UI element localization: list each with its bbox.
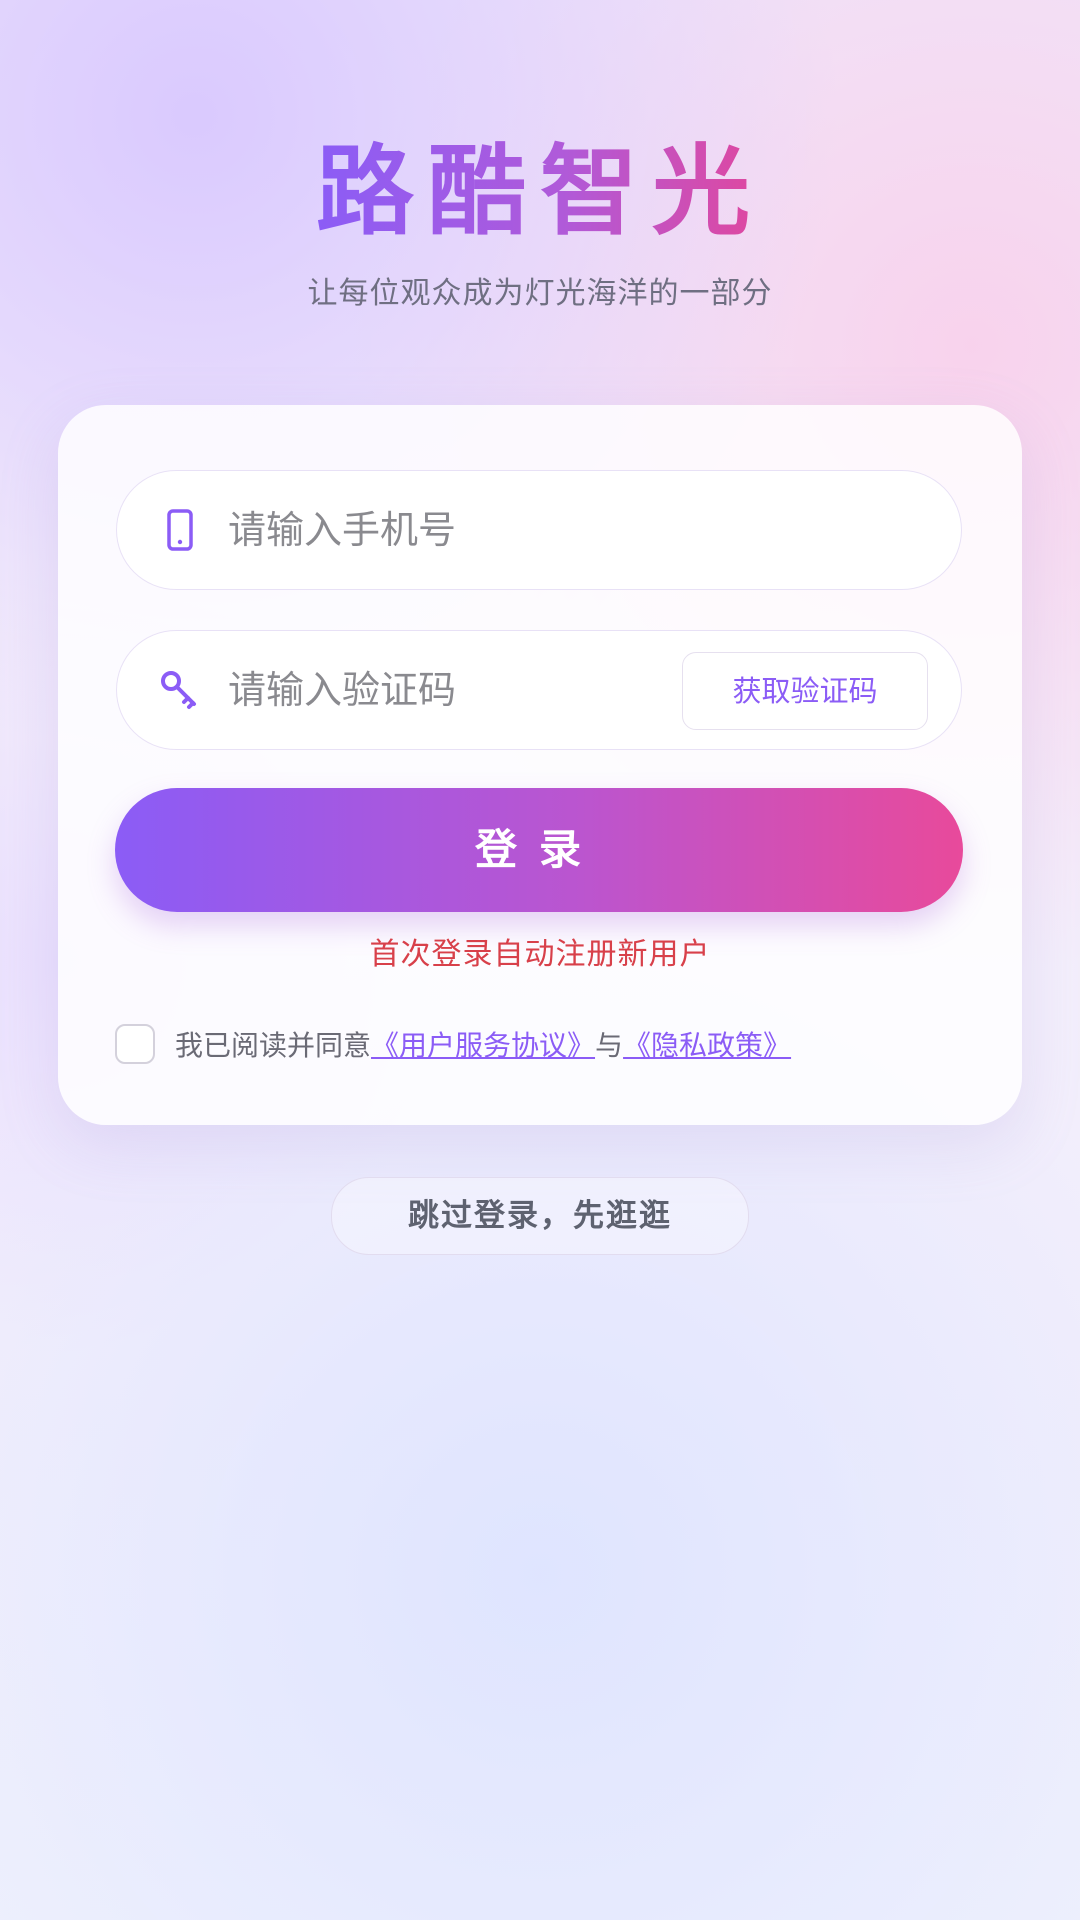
verification-code-input[interactable] bbox=[228, 660, 648, 720]
terms-of-service-link[interactable]: 《用户服务协议》 bbox=[371, 1024, 595, 1064]
agreement-prefix: 我已阅读并同意 bbox=[175, 1029, 372, 1062]
phone-field[interactable] bbox=[116, 470, 962, 590]
app-title: 路酷智光 bbox=[316, 132, 764, 252]
get-code-button[interactable]: 获取验证码 bbox=[682, 652, 928, 730]
phone-icon bbox=[158, 508, 202, 552]
skip-login-button[interactable]: 跳过登录，先逛逛 bbox=[331, 1177, 749, 1255]
agreement-checkbox[interactable] bbox=[115, 1024, 155, 1064]
brand-header: 路酷智光 让每位观众成为灯光海洋的一部分 bbox=[0, 132, 1080, 314]
key-icon bbox=[158, 668, 202, 712]
agreement-row: 我已阅读并同意 《用户服务协议》 与 《隐私政策》 bbox=[115, 1021, 791, 1067]
app-subtitle: 让每位观众成为灯光海洋的一部分 bbox=[307, 276, 773, 311]
privacy-policy-link[interactable]: 《隐私政策》 bbox=[623, 1024, 791, 1064]
auto-register-note: 首次登录自动注册新用户 bbox=[369, 937, 711, 972]
code-field[interactable]: 获取验证码 bbox=[116, 630, 962, 750]
login-card: 获取验证码 登录 首次登录自动注册新用户 我已阅读并同意 《用户服务协议》 与 … bbox=[58, 405, 1022, 1125]
agreement-conjunction: 与 bbox=[595, 1029, 624, 1062]
phone-input[interactable] bbox=[228, 500, 788, 560]
login-button[interactable]: 登录 bbox=[115, 788, 963, 912]
